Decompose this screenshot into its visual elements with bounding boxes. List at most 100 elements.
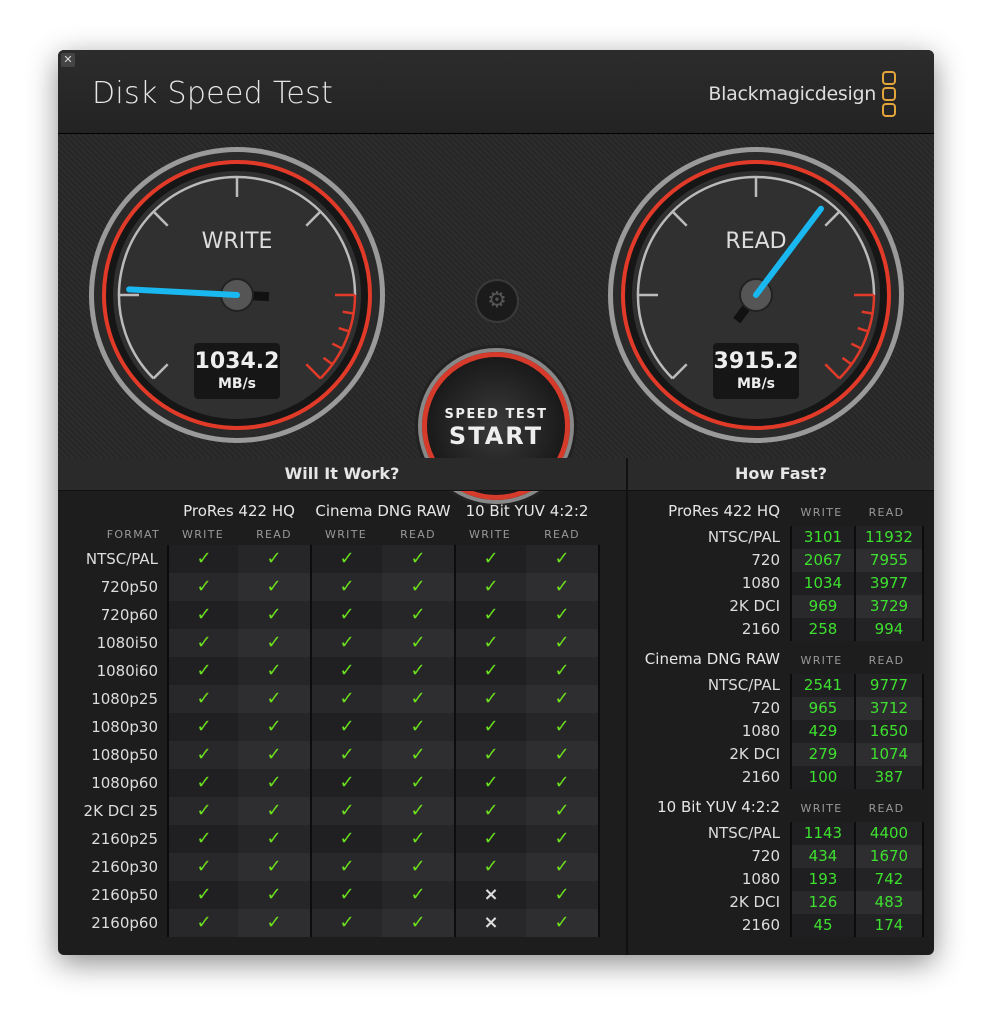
check-icon: ✓ (238, 713, 310, 741)
check-icon: ✓ (238, 573, 310, 601)
subcolumn-header: READ (256, 528, 292, 541)
format-label: NTSC/PAL (85, 550, 158, 568)
write-gauge (89, 147, 385, 443)
format-label: 2160p30 (91, 858, 158, 876)
check-icon: ✓ (526, 685, 598, 713)
format-label: 2160p25 (91, 830, 158, 848)
close-icon[interactable]: ✕ (61, 53, 75, 67)
table-border (598, 545, 600, 937)
check-icon: ✓ (382, 909, 454, 937)
write-gauge-label: WRITE (201, 229, 273, 254)
check-icon: ✓ (454, 685, 526, 713)
check-icon: ✓ (454, 713, 526, 741)
check-icon: ✓ (526, 741, 598, 769)
write-speed: 429 (790, 720, 854, 743)
check-icon: ✓ (382, 853, 454, 881)
brand-logo-icon (882, 71, 896, 119)
read-speed: 994 (854, 618, 924, 641)
write-speed: 126 (790, 891, 854, 914)
read-gauge-minor-tick (861, 310, 873, 315)
read-header: READ (868, 802, 905, 815)
subcolumn-header: READ (400, 528, 436, 541)
check-icon: ✓ (454, 629, 526, 657)
check-icon: ✓ (310, 769, 382, 797)
check-icon: ✓ (382, 657, 454, 685)
check-icon: ✓ (310, 545, 382, 573)
resolution-label: 1080 (741, 870, 780, 888)
resolution-label: NTSC/PAL (707, 528, 780, 546)
check-icon: ✓ (382, 629, 454, 657)
check-icon: ✓ (167, 629, 239, 657)
write-gauge-minor-tick (342, 310, 354, 315)
gear-icon[interactable]: ⚙ (477, 281, 517, 321)
read-unit: MB/s (736, 376, 776, 392)
check-icon: ✓ (382, 573, 454, 601)
format-label: 1080p25 (91, 690, 158, 708)
check-icon: ✓ (310, 713, 382, 741)
check-icon: ✓ (382, 881, 454, 909)
read-speed: 3977 (854, 572, 924, 595)
read-speed: 1650 (854, 720, 924, 743)
read-header: READ (868, 506, 905, 519)
check-icon: ✓ (310, 601, 382, 629)
how-fast-title: How Fast? (628, 458, 934, 491)
write-speed: 45 (790, 914, 854, 937)
check-icon: ✓ (238, 825, 310, 853)
check-icon: ✓ (454, 797, 526, 825)
check-icon: ✓ (382, 769, 454, 797)
check-icon: ✓ (526, 573, 598, 601)
title-bar: Disk Speed Test Blackmagicdesign (58, 50, 934, 134)
check-icon: ✓ (167, 881, 239, 909)
check-icon: ✓ (454, 657, 526, 685)
check-icon: ✓ (454, 853, 526, 881)
check-icon: ✓ (310, 657, 382, 685)
resolution-label: 2160 (741, 620, 780, 638)
group-header: Cinema DNG RAW (315, 502, 451, 520)
will-it-work-title: Will It Work? (58, 458, 626, 491)
write-speed: 258 (790, 618, 854, 641)
check-icon: ✓ (167, 657, 239, 685)
how-fast-group-header: 10 Bit YUV 4:2:2 (657, 798, 780, 816)
read-speed: 742 (854, 868, 924, 891)
check-icon: ✓ (454, 769, 526, 797)
check-icon: ✓ (238, 797, 310, 825)
resolution-label: NTSC/PAL (707, 676, 780, 694)
check-icon: ✓ (238, 741, 310, 769)
write-header: WRITE (800, 654, 843, 667)
read-speed: 9777 (854, 674, 924, 697)
check-icon: ✓ (167, 601, 239, 629)
format-label: 1080p50 (91, 746, 158, 764)
check-icon: ✓ (167, 685, 239, 713)
check-icon: ✓ (167, 573, 239, 601)
check-icon: ✓ (526, 769, 598, 797)
read-speed: 1670 (854, 845, 924, 868)
check-icon: ✓ (167, 545, 239, 573)
check-icon: ✓ (454, 545, 526, 573)
write-speed: 193 (790, 868, 854, 891)
check-icon: ✓ (382, 741, 454, 769)
check-icon: ✓ (167, 853, 239, 881)
check-icon: ✓ (526, 853, 598, 881)
write-speed: 100 (790, 766, 854, 789)
check-icon: ✓ (526, 545, 598, 573)
check-icon: ✓ (238, 685, 310, 713)
read-speed: 3712 (854, 697, 924, 720)
format-label: 720p60 (100, 606, 158, 624)
format-label: 1080i60 (96, 662, 158, 680)
subcolumn-header: READ (544, 528, 580, 541)
read-speed: 387 (854, 766, 924, 789)
gauge-panel: WRITE 1034.2 MB/s READ 3915.2 MB/s ⚙ SPE… (58, 134, 934, 500)
resolution-label: 1080 (741, 722, 780, 740)
check-icon: ✓ (526, 657, 598, 685)
write-speed: 279 (790, 743, 854, 766)
subcolumn-header: WRITE (469, 528, 511, 541)
read-speed: 483 (854, 891, 924, 914)
write-speed: 1143 (790, 822, 854, 845)
read-gauge-label: READ (725, 229, 787, 254)
check-icon: ✓ (526, 909, 598, 937)
check-icon: ✓ (238, 909, 310, 937)
check-icon: ✓ (454, 825, 526, 853)
check-icon: ✓ (454, 601, 526, 629)
how-fast-group-header: Cinema DNG RAW (644, 650, 780, 668)
read-speed: 7955 (854, 549, 924, 572)
